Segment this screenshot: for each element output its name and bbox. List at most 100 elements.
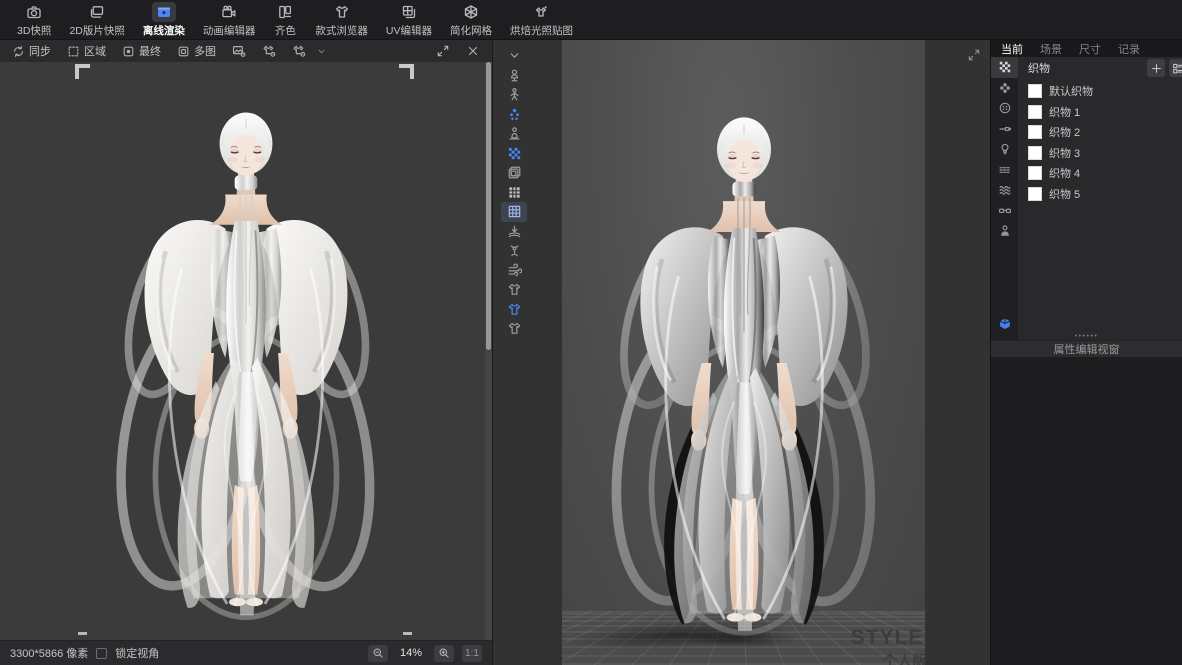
show-cloth-icon[interactable] [501,280,527,300]
tab-size[interactable]: 尺寸 [1079,41,1101,57]
region-button[interactable]: 区域 [61,40,112,62]
fabric-list-item[interactable]: 织物 3 [1028,143,1182,164]
property-tabs: 当前 场景 尺寸 记录 [991,40,1182,57]
expand-icon [967,48,981,62]
avatar-category-icon[interactable] [991,221,1018,242]
toolbar-item-animation-editor[interactable]: 动画编辑器 [194,0,265,40]
property-editor-bar[interactable]: 属性编辑视窗 [991,340,1182,357]
sync-label: 同步 [29,43,51,59]
expand-panel-button[interactable] [430,41,456,61]
fabric-list-item[interactable]: 织物 2 [1028,122,1182,143]
toolbar-label: 烘焙光照贴图 [510,23,573,38]
garment-settings-button[interactable] [256,41,282,61]
crop-corner-top-left [75,64,90,79]
garment-settings-dropdown-button[interactable] [286,41,312,61]
uv-editor-icon [397,2,421,22]
fabric-swatch[interactable] [1028,105,1042,119]
fabric-swatch[interactable] [1028,146,1042,160]
property-panel: 当前 场景 尺寸 记录 织物 [990,40,1182,665]
select-cloth-icon[interactable] [501,300,527,320]
toolbar-item-offline-render[interactable]: 离线渲染 [134,0,194,40]
glasses-category-icon[interactable] [991,201,1018,222]
sync-button[interactable]: 同步 [6,40,57,62]
fabric-list-item[interactable]: 织物 4 [1028,163,1182,184]
arrangement-points-icon[interactable] [501,105,527,125]
fabric-list-item[interactable]: 默认织物 [1028,81,1182,102]
render-preview-canvas[interactable] [0,62,492,640]
zoom-out-button[interactable] [368,645,388,662]
fabric-swatch[interactable] [1028,84,1042,98]
trim-category-icon[interactable] [991,78,1018,99]
toolbar-item-3d-snapshot[interactable]: 3D快照 [8,0,60,40]
chevron-down-icon[interactable] [316,46,328,57]
viewport-expand-button[interactable] [967,48,981,62]
fabric-swatch[interactable] [1028,125,1042,139]
fabric-list-item[interactable]: 织物 1 [1028,102,1182,123]
fabric-category-icon[interactable] [991,57,1018,78]
final-icon [122,45,135,58]
show-avatar-icon[interactable] [501,66,527,86]
wind-icon[interactable] [501,261,527,281]
lock-view-label: 锁定视角 [115,645,159,661]
preview-scrollbar-thumb[interactable] [486,62,491,350]
topstitch-category-icon[interactable] [991,160,1018,181]
toolbar-label: 简化网格 [450,23,492,38]
toolbar-item-uv-editor[interactable]: UV编辑器 [377,0,441,40]
fabric-list-item[interactable]: 织物 5 [1028,184,1182,205]
multi-image-button[interactable]: 多图 [171,40,222,62]
toolbar-item-bake-lightmap[interactable]: 烘焙光照贴图 [501,0,582,40]
solid-grid-icon[interactable] [501,183,527,203]
crop-marker-bottom-right [403,632,412,635]
toolbar-item-colorway[interactable]: 齐色 [264,0,306,40]
colorway-icon [273,2,297,22]
pin-icon[interactable] [501,241,527,261]
fabric-swatch[interactable] [1028,187,1042,201]
gravity-icon[interactable] [501,222,527,242]
viewport-region: STYLE 3D 个人版 [493,40,990,665]
rendered-model-image [90,70,402,636]
actual-size-button[interactable]: 1:1 [462,645,482,662]
zoom-in-icon [438,647,450,659]
preview-scrollbar[interactable] [485,62,492,640]
light-category-icon[interactable] [991,139,1018,160]
viewport-3d-canvas[interactable]: STYLE 3D 个人版 [562,40,925,665]
final-button[interactable]: 最终 [116,40,167,62]
zoom-in-button[interactable] [434,645,454,662]
camera-2d-icon [85,2,109,22]
region-label: 区域 [84,43,106,59]
grid-display-icon[interactable] [501,202,527,222]
list-view-icon [1172,62,1182,75]
tab-scene[interactable]: 场景 [1040,41,1062,57]
bake-lightmap-icon [529,2,553,22]
toolbar-item-2d-snapshot[interactable]: 2D版片快照 [60,0,133,40]
fabric-texture-icon[interactable] [501,144,527,164]
close-panel-button[interactable] [460,41,486,61]
object-type-strip [991,57,1018,340]
shirring-category-icon[interactable] [991,180,1018,201]
pattern-image-icon[interactable] [501,163,527,183]
toolbar-label: 款式浏览器 [315,23,368,38]
fabric-swatch[interactable] [1028,166,1042,180]
collapse-toolbar-icon[interactable] [501,46,527,66]
cube-3d-icon[interactable] [991,314,1018,335]
viewport-display-toolbar [499,46,529,339]
avatar-size-icon[interactable] [501,124,527,144]
plus-icon [1150,62,1163,75]
tab-history[interactable]: 记录 [1118,41,1140,57]
lock-view-checkbox[interactable] [96,648,107,659]
add-fabric-button[interactable] [1147,59,1165,77]
toolbar-item-style-browser[interactable]: 款式浏览器 [306,0,377,40]
list-view-toggle-button[interactable] [1169,59,1182,77]
button-category-icon[interactable] [991,98,1018,119]
zipper-category-icon[interactable] [991,119,1018,140]
toolbar-label: 齐色 [275,23,296,38]
cloth-style-icon[interactable] [501,319,527,339]
tab-current[interactable]: 当前 [1001,41,1023,57]
show-bone-icon[interactable] [501,85,527,105]
toolbar-item-simplify-mesh[interactable]: 简化网格 [441,0,501,40]
offline-render-icon [152,2,176,22]
viewport-model-image [583,74,905,652]
panel-resize-handle[interactable]: •••••• [1075,335,1099,339]
resolution-label: 3300*5866 像素 [10,645,88,661]
image-settings-button[interactable] [226,41,252,61]
